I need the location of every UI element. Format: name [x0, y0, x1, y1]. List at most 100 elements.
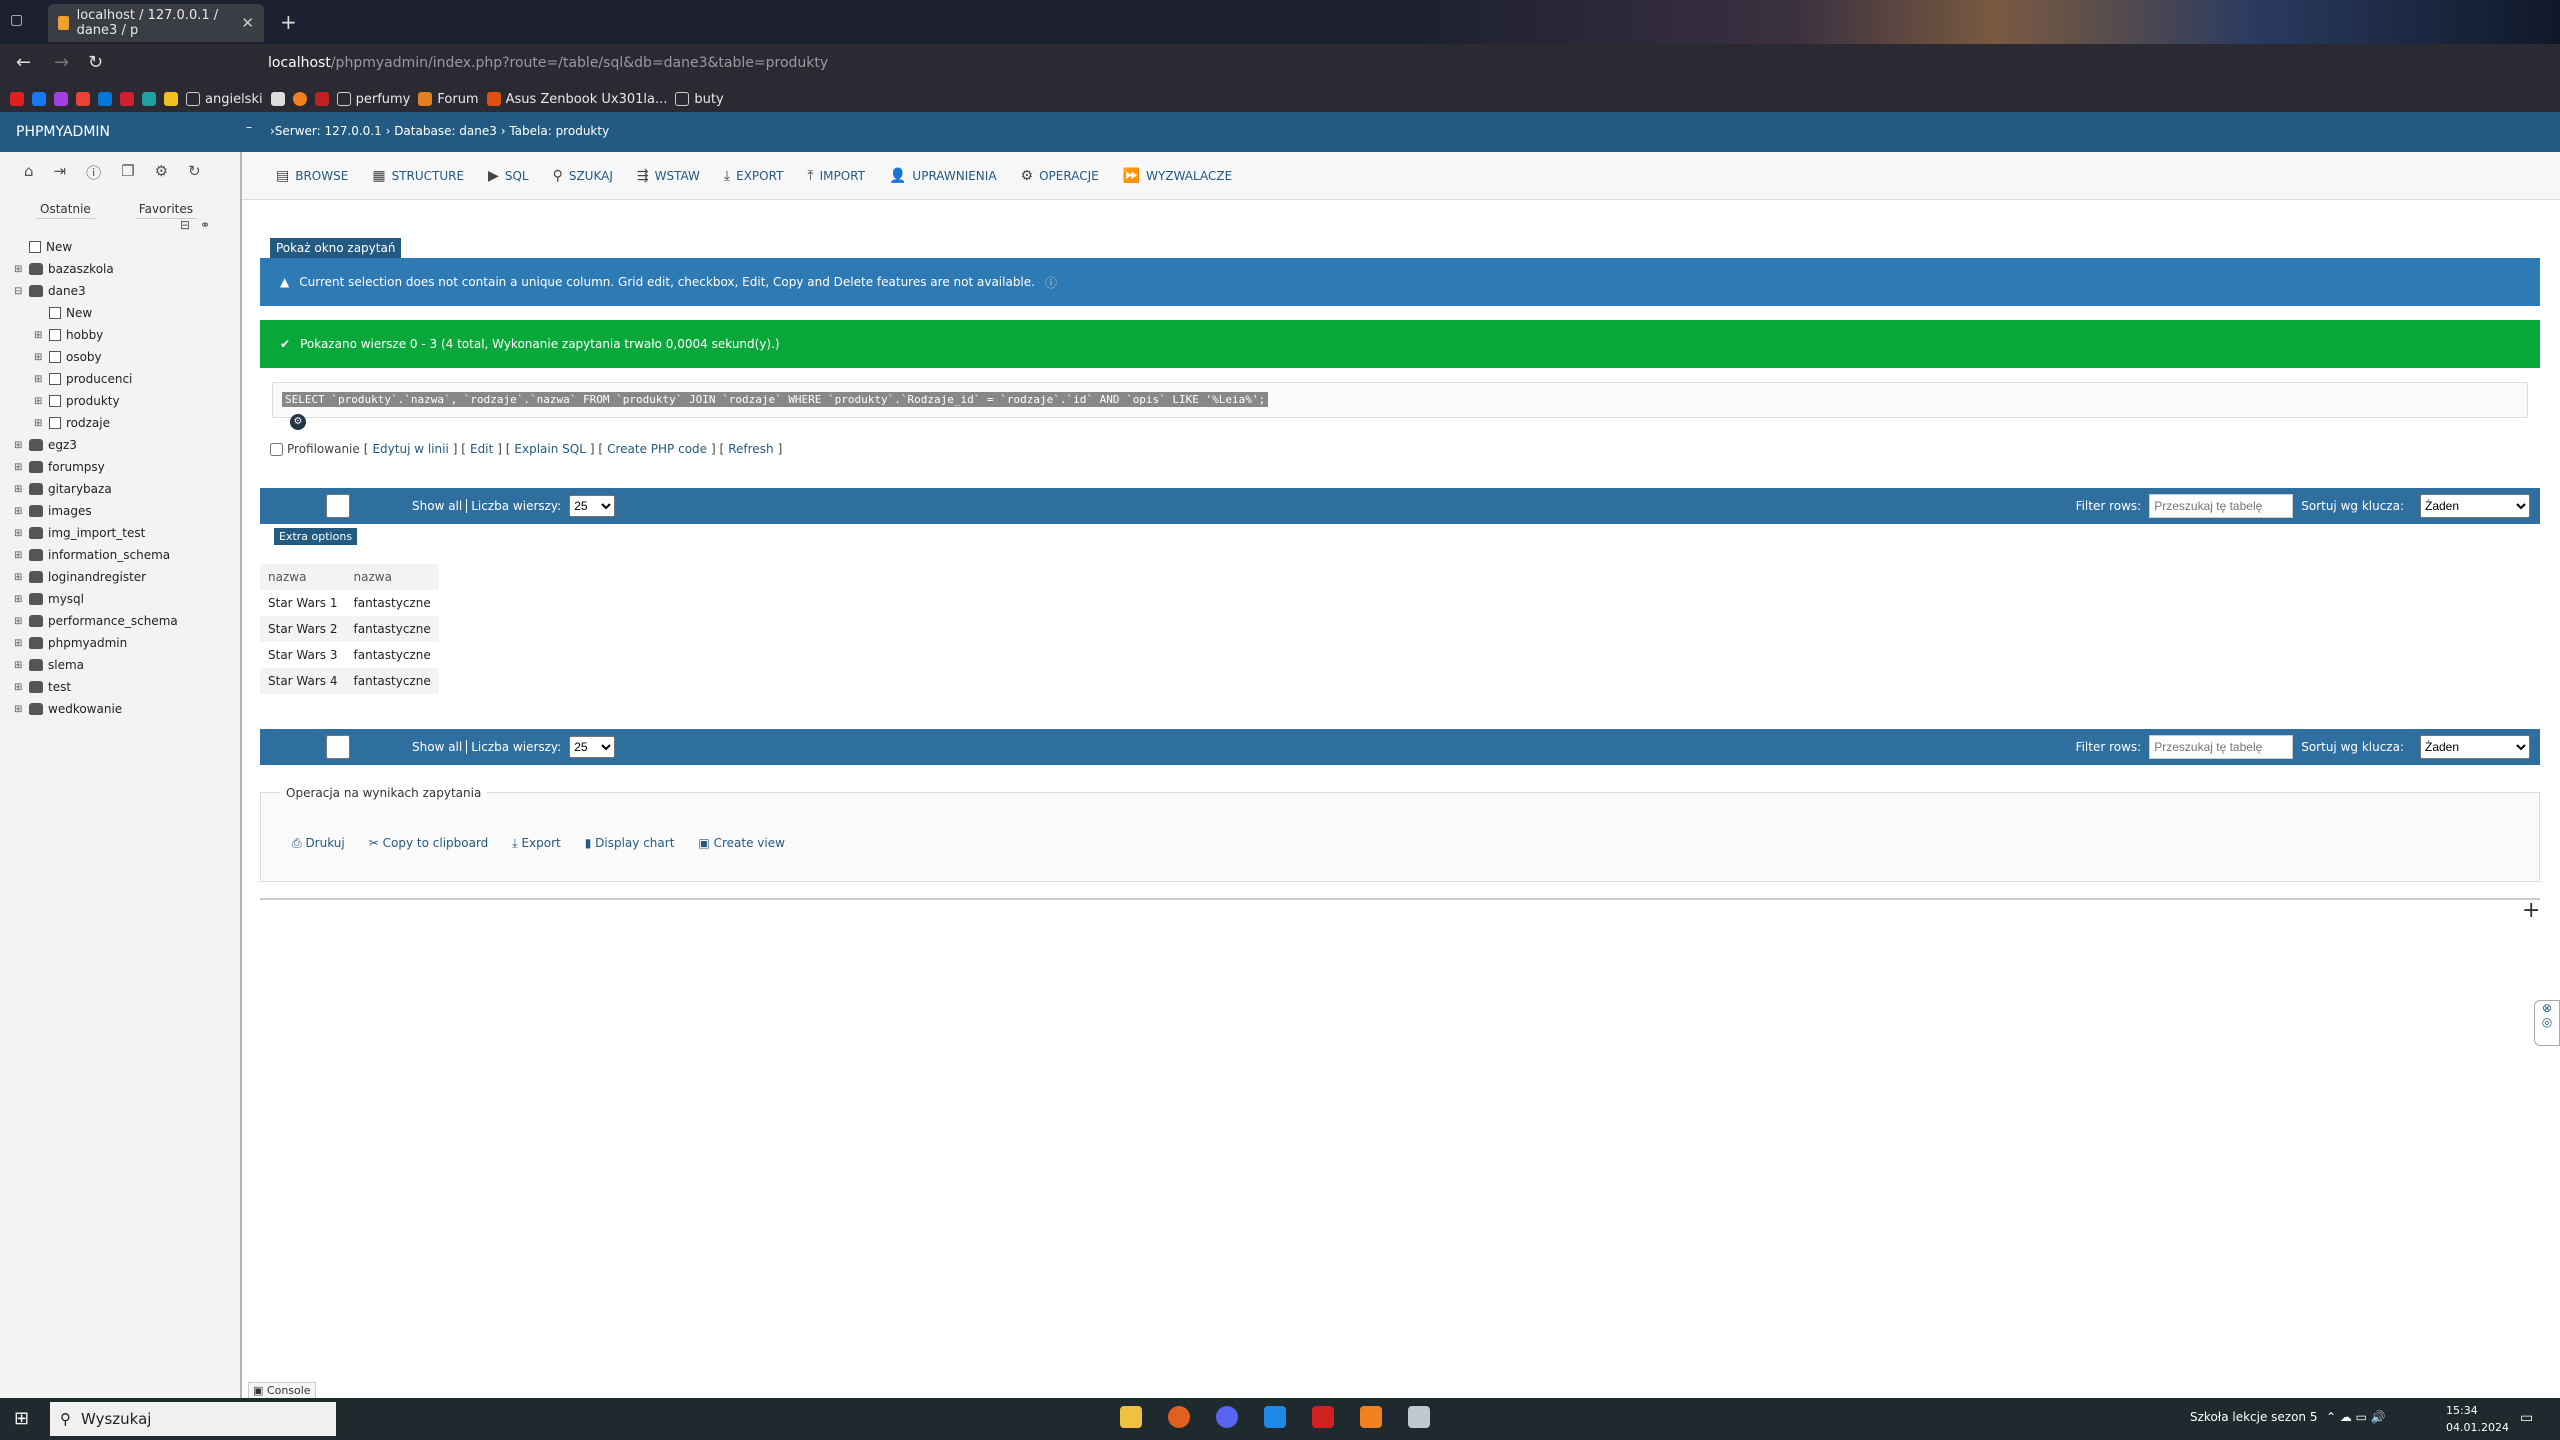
expand-icon[interactable]: ⊞ [14, 594, 24, 605]
inline-edit-link[interactable]: Edytuj w linii [372, 442, 448, 456]
cell[interactable]: Star Wars 1 [260, 590, 346, 616]
expand-icon[interactable]: ⊞ [34, 418, 44, 429]
database-item[interactable]: ⊞ egz3 [14, 438, 77, 452]
copy-to-clipboard-button[interactable]: ✂ Copy to clipboard [369, 836, 489, 851]
display-chart-button[interactable]: ▮ Display chart [585, 836, 675, 851]
home-icon[interactable]: ⌂ [24, 162, 34, 183]
expand-icon[interactable]: ⊞ [14, 572, 24, 583]
forward-icon[interactable]: → [54, 52, 69, 73]
table-item[interactable]: ⊞ rodzaje [34, 416, 110, 430]
info-icon[interactable]: ⓘ [86, 162, 101, 183]
outlook-icon[interactable] [98, 92, 112, 106]
sql-settings-icon[interactable]: ⚙ [290, 414, 306, 430]
database-item[interactable]: ⊞ loginandregister [14, 570, 146, 584]
sort-key-select[interactable]: Żaden [2420, 494, 2530, 518]
create-php-code-link[interactable]: Create PHP code [607, 442, 707, 456]
filter-rows-input[interactable] [2149, 494, 2294, 518]
create-view-button[interactable]: ▣ Create view [698, 836, 785, 851]
docs-icon[interactable]: ❐ [121, 162, 134, 183]
notifications-icon[interactable]: ▭ [2520, 1410, 2533, 1426]
start-icon[interactable]: ⊞ [14, 1408, 29, 1429]
rows-per-page-select[interactable]: 25 [569, 495, 616, 517]
gmail-icon[interactable] [76, 92, 90, 106]
sort-key-select[interactable]: Żaden [2420, 735, 2530, 759]
sql-query-text[interactable]: SELECT `produkty`.`nazwa`, `rodzaje`.`na… [282, 392, 1269, 407]
database-item[interactable]: ⊟ dane3 [14, 284, 86, 298]
settings-icon[interactable]: ⚙ [155, 162, 168, 183]
show-all-checkbox[interactable] [266, 735, 410, 759]
youtube-icon[interactable] [10, 92, 24, 106]
browser-tab[interactable]: localhost / 127.0.0.1 / dane3 / p ✕ [48, 4, 264, 42]
bookmark-icon[interactable] [314, 92, 329, 106]
database-item[interactable]: ⊞ test [14, 680, 71, 694]
cell[interactable]: fantastyczne [345, 668, 439, 694]
tab-browse[interactable]: ▤ BROWSE [276, 168, 348, 184]
expand-icon[interactable]: ⊞ [34, 396, 44, 407]
edit-link[interactable]: Edit [470, 442, 493, 456]
tab-insert[interactable]: ⇶ WSTAW [637, 168, 700, 184]
tab-sql[interactable]: ▶ SQL [488, 168, 529, 184]
info-icon[interactable]: ⓘ [1045, 274, 1057, 291]
bookmark-icon[interactable] [164, 92, 178, 106]
filter-rows-input[interactable] [2149, 735, 2294, 759]
column-header[interactable]: nazwa [345, 564, 439, 590]
pma-logo[interactable]: PHPMYADMIN [16, 124, 110, 140]
breadcrumb[interactable]: ›Serwer: 127.0.0.1 › Database: dane3 › T… [270, 124, 609, 138]
bookmark-icon[interactable] [120, 92, 134, 106]
database-item[interactable]: ⊞ phpmyadmin [14, 636, 127, 650]
tab-import[interactable]: ⤒ IMPORT [807, 168, 865, 184]
explain-sql-link[interactable]: Explain SQL [514, 442, 586, 456]
console-toggle[interactable]: ▣ Console [248, 1382, 316, 1399]
tab-structure[interactable]: ▦ STRUCTURE [372, 168, 464, 184]
notepad-icon[interactable] [1408, 1406, 1430, 1428]
firefox-icon[interactable] [1168, 1406, 1190, 1428]
tab-export[interactable]: ⤓ EXPORT [724, 168, 783, 184]
expand-icon[interactable]: ⊟ [14, 286, 24, 297]
expand-icon[interactable]: ⊞ [14, 550, 24, 561]
export-button[interactable]: ⤓ Export [512, 836, 560, 851]
profiling-checkbox[interactable] [270, 442, 283, 456]
expand-icon[interactable]: ⊞ [14, 506, 24, 517]
bookmark-asus[interactable]: Asus Zenbook Ux301la... [486, 92, 667, 107]
cell[interactable]: Star Wars 4 [260, 668, 346, 694]
print-button[interactable]: ⎙ Drukuj [292, 836, 345, 851]
bookmark-icon[interactable] [292, 92, 307, 106]
database-item[interactable]: ⊞ img_import_test [14, 526, 145, 540]
clock[interactable]: 15:34 04.01.2024 [2446, 1402, 2509, 1436]
table-item[interactable]: ⊞ producenci [34, 372, 132, 386]
cell[interactable]: Star Wars 3 [260, 642, 346, 668]
floating-panel[interactable]: ⊗ ◎ [2534, 1000, 2560, 1046]
reload-icon[interactable]: ↻ [88, 52, 103, 73]
bookmark-icon[interactable] [142, 92, 156, 106]
tray-text[interactable]: Szkoła lekcje sezon 5 [2190, 1410, 2317, 1424]
database-item[interactable]: ⊞ bazaszkola [14, 262, 114, 276]
cell[interactable]: fantastyczne [345, 590, 439, 616]
cell[interactable]: fantastyczne [345, 616, 439, 642]
expand-icon[interactable]: ⊞ [34, 374, 44, 385]
close-tab-icon[interactable]: ✕ [241, 14, 254, 32]
expand-icon[interactable]: ⊞ [14, 638, 24, 649]
facebook-icon[interactable] [32, 92, 46, 106]
new-item[interactable]: New [34, 306, 92, 320]
expand-icon[interactable]: ⊞ [14, 528, 24, 539]
database-item[interactable]: ⊞ information_schema [14, 548, 170, 562]
database-item[interactable]: ⊞ mysql [14, 592, 84, 606]
rows-per-page-select[interactable]: 25 [569, 736, 616, 758]
new-item[interactable]: New [14, 240, 72, 254]
tab-recent[interactable]: Ostatnie [36, 200, 95, 219]
show-query-box-button[interactable]: Pokaż okno zapytań [270, 238, 402, 258]
tab-list-icon[interactable]: ▢ [10, 12, 23, 28]
discord-icon[interactable] [1216, 1406, 1238, 1428]
tab-operations[interactable]: ⚙ OPERACJE [1021, 168, 1099, 184]
tray-icons[interactable]: ⌃ ☁ ▭ 🔊 [2326, 1410, 2386, 1424]
logout-icon[interactable]: ⇥ [54, 162, 67, 183]
expand-plus-icon[interactable]: + [2522, 898, 2540, 923]
new-tab-icon[interactable]: + [280, 10, 297, 34]
expand-icon[interactable]: ⊞ [14, 616, 24, 627]
link-icon[interactable]: ⚭ [200, 218, 210, 232]
expand-icon[interactable]: ⊞ [14, 660, 24, 671]
extra-options-button[interactable]: Extra options [274, 528, 358, 545]
collapse-all-icon[interactable]: ⊟ [180, 218, 190, 232]
messenger-icon[interactable] [54, 92, 68, 106]
bookmark-folder-perfumy[interactable]: perfumy [336, 92, 410, 107]
